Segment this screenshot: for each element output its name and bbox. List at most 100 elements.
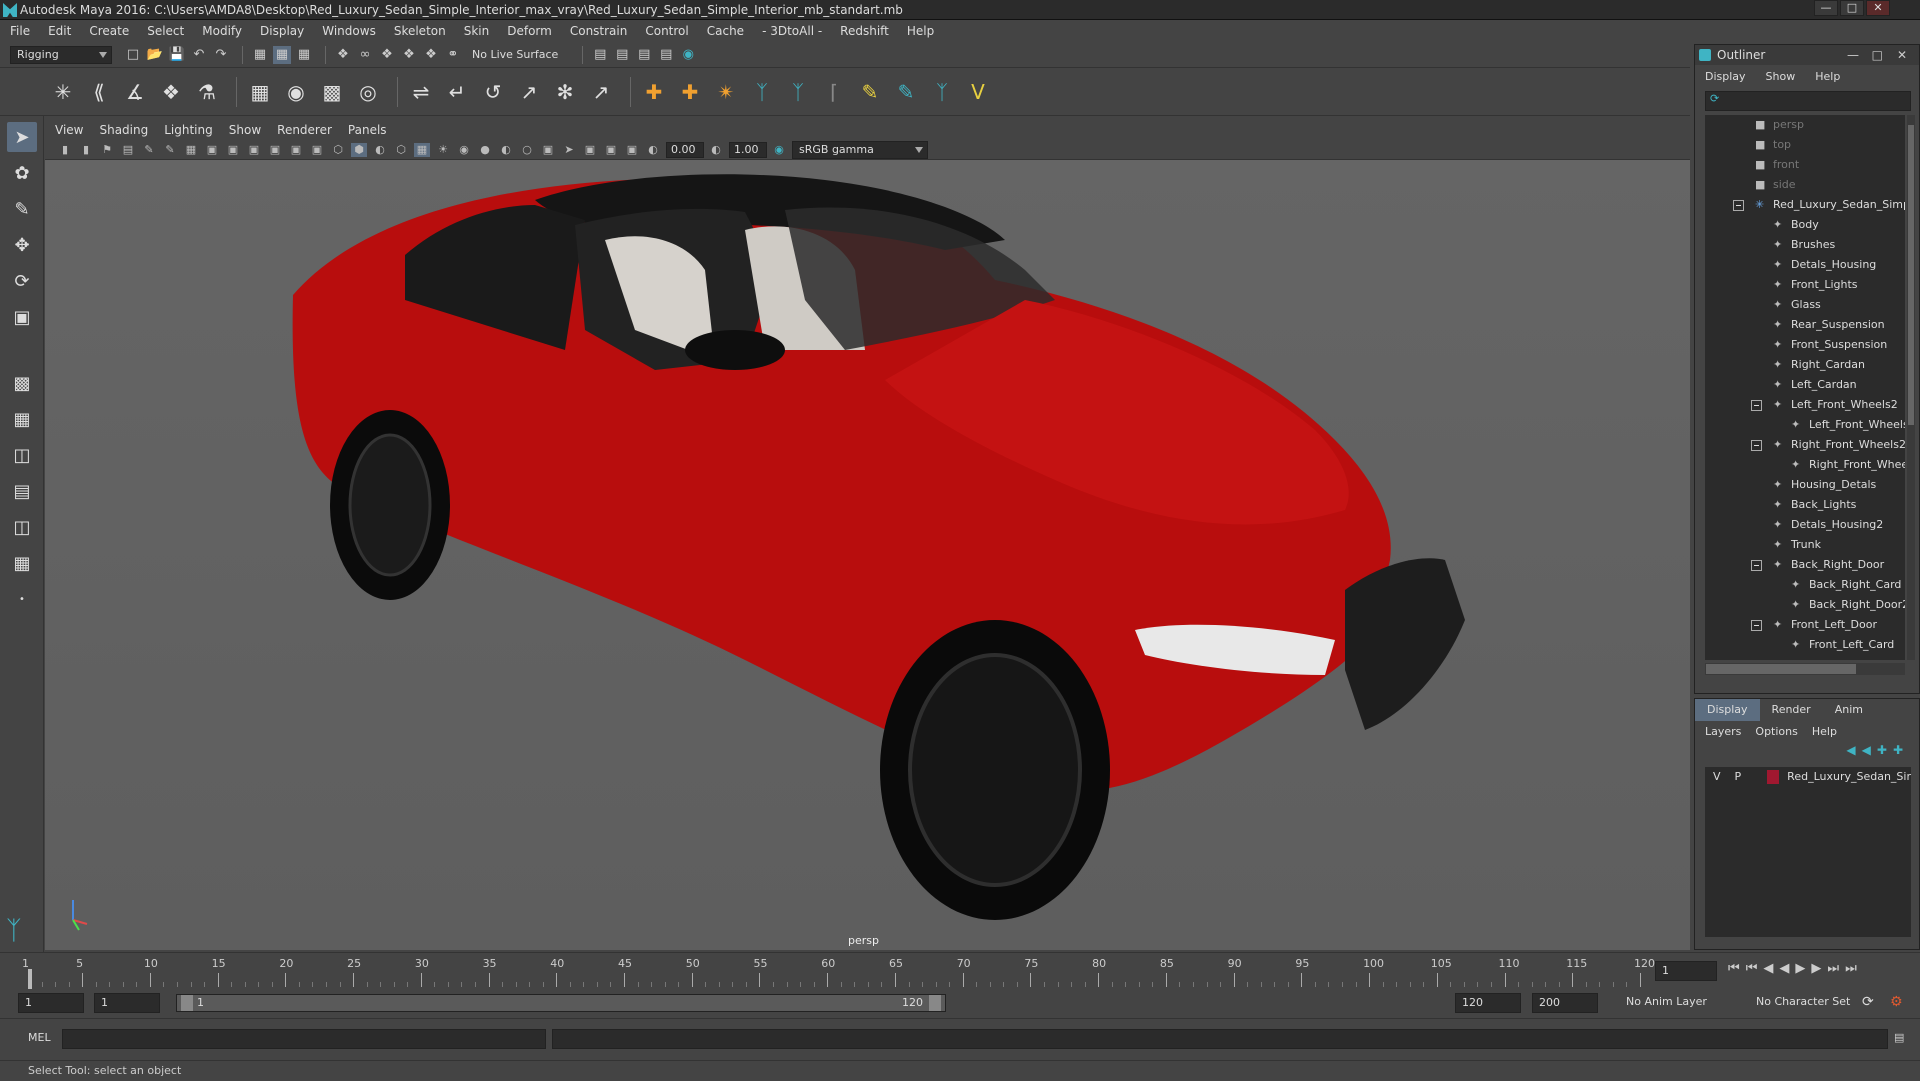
blank-icon[interactable]: ⌈	[819, 77, 849, 107]
step-back-key-icon[interactable]: ⏮	[1746, 961, 1764, 976]
menu-constrain[interactable]: Constrain	[570, 24, 628, 38]
maximize-button[interactable]: □	[1840, 0, 1864, 16]
camera-attr-icon[interactable]: ▮	[78, 143, 94, 157]
preferences-icon[interactable]: ⚙	[1890, 994, 1903, 1010]
menu-create[interactable]: Create	[89, 24, 129, 38]
layer-color-swatch[interactable]	[1767, 770, 1780, 784]
select-object-icon[interactable]: ▦	[273, 45, 291, 64]
move-up-icon[interactable]: ◀	[1846, 743, 1861, 757]
outliner-hscrollbar[interactable]	[1705, 663, 1905, 675]
wrap-icon[interactable]: ▩	[317, 77, 347, 107]
end-time-field[interactable]: 200	[1532, 993, 1598, 1013]
panel-menu-shading[interactable]: Shading	[99, 123, 148, 137]
panel-menu-show[interactable]: Show	[229, 123, 261, 137]
menu-deform[interactable]: Deform	[507, 24, 552, 38]
snap-grid-icon[interactable]: ❖	[334, 46, 352, 64]
select-hierarchy-icon[interactable]: ▦	[251, 46, 269, 64]
layer-row[interactable]: V P Red_Luxury_Sedan_Sir	[1705, 767, 1911, 787]
menu-select[interactable]: Select	[147, 24, 184, 38]
humanik-icon[interactable]: ⚗	[192, 77, 222, 107]
menu-redshift[interactable]: Redshift	[840, 24, 889, 38]
layer-visibility-toggle[interactable]: V	[1713, 767, 1721, 787]
save-scene-icon[interactable]: 💾	[168, 46, 186, 64]
menu-control[interactable]: Control	[645, 24, 688, 38]
menu-cache[interactable]: Cache	[707, 24, 744, 38]
menu-file[interactable]: File	[10, 24, 30, 38]
dof-icon[interactable]: ▣	[540, 143, 556, 157]
safe-title-icon[interactable]: ▣	[309, 143, 325, 157]
collapse-icon[interactable]	[1751, 440, 1762, 451]
range-handle-right[interactable]	[929, 995, 941, 1011]
menu-3dtoall[interactable]: - 3DtoAll -	[762, 24, 822, 38]
new-layer-icon[interactable]: ✚	[1877, 743, 1893, 757]
go-start-icon[interactable]: ⏮	[1728, 961, 1746, 976]
joint-tool-icon[interactable]: ✳	[48, 77, 78, 107]
menu-modify[interactable]: Modify	[202, 24, 242, 38]
step-forward-key-icon[interactable]: ⏭	[1827, 961, 1845, 976]
scrollbar-thumb[interactable]	[1706, 664, 1856, 674]
outliner-search-input[interactable]: ⟳	[1705, 91, 1911, 111]
motion-blur-icon[interactable]: ◐	[498, 143, 514, 157]
locator-icon[interactable]: ✚	[639, 77, 669, 107]
snap-surface-icon[interactable]: ❖	[422, 46, 440, 64]
redo-icon[interactable]: ↷	[212, 46, 230, 64]
orient-constraint-icon[interactable]: ↵	[442, 77, 472, 107]
tab-anim[interactable]: Anim	[1823, 699, 1875, 721]
menu-display[interactable]: Display	[260, 24, 304, 38]
outliner-item[interactable]: ✦ Back_Right_Card	[1705, 575, 1905, 595]
ik-handle-icon[interactable]: ⟪	[84, 77, 114, 107]
gamma-field[interactable]: 1.00	[729, 141, 767, 158]
layout-outliner-icon[interactable]: ▦	[7, 548, 37, 578]
scale-tool-icon[interactable]: ▣	[7, 302, 37, 332]
paint-select-icon[interactable]: ✎	[7, 194, 37, 224]
camera-select-icon[interactable]: ▮	[57, 143, 73, 157]
outliner-item[interactable]: ■ persp	[1705, 115, 1905, 135]
field-chart-icon[interactable]: ▣	[267, 143, 283, 157]
exposure-field[interactable]: 0.00	[666, 141, 704, 158]
script-language-label[interactable]: MEL	[28, 1031, 51, 1044]
layer-menu-layers[interactable]: Layers	[1705, 725, 1741, 738]
menu-skin[interactable]: Skin	[464, 24, 490, 38]
paint-weights-icon[interactable]: ✎	[855, 77, 885, 107]
script-editor-icon[interactable]: ▤	[1894, 1031, 1904, 1044]
outliner-item[interactable]: ✦ Left_Front_Wheels	[1705, 415, 1905, 435]
outliner-item[interactable]: ✦ Rear_Suspension	[1705, 315, 1905, 335]
sculpt-icon[interactable]: ◎	[353, 77, 383, 107]
outliner-menu-help[interactable]: Help	[1815, 70, 1840, 83]
outliner-menu-show[interactable]: Show	[1766, 70, 1796, 83]
joint-orient-icon[interactable]: ✚	[675, 77, 705, 107]
wireframe-on-shaded-icon[interactable]: ⬡	[393, 143, 409, 157]
default-material-icon[interactable]: ◐	[372, 143, 388, 157]
brush-icon[interactable]: ✎	[891, 77, 921, 107]
tab-render[interactable]: Render	[1760, 699, 1823, 721]
view-transform-dropdown[interactable]: sRGB gamma	[792, 140, 928, 159]
ik-spline-icon[interactable]: ∡	[120, 77, 150, 107]
snap-view-icon[interactable]: ❖	[400, 46, 418, 64]
render-view-icon[interactable]: ▤	[657, 46, 675, 64]
go-end-icon[interactable]: ⏭	[1845, 961, 1863, 976]
collapse-icon[interactable]	[1751, 400, 1762, 411]
aim-constraint-icon[interactable]: ↺	[478, 77, 508, 107]
image-plane-icon[interactable]: ▤	[120, 143, 136, 157]
anim-layer-dropdown[interactable]: No Anim Layer	[1620, 993, 1738, 1013]
outliner-item[interactable]: ✦ Back_Lights	[1705, 495, 1905, 515]
play-back-icon[interactable]: ◀	[1779, 961, 1795, 976]
collapse-icon[interactable]	[1733, 200, 1744, 211]
outliner-item[interactable]: ✦ Housing_Detals	[1705, 475, 1905, 495]
new-scene-icon[interactable]: □	[124, 46, 142, 64]
outliner-item[interactable]: ✦ Glass	[1705, 295, 1905, 315]
outliner-item[interactable]: ■ top	[1705, 135, 1905, 155]
current-frame-field[interactable]: 1	[1655, 961, 1717, 981]
undo-icon[interactable]: ↶	[190, 46, 208, 64]
2d-pan-icon[interactable]: ✎	[141, 143, 157, 157]
outliner-item[interactable]: ✦ Back_Right_Door	[1705, 555, 1905, 575]
outliner-item[interactable]: ✦ Front_Left_Card	[1705, 635, 1905, 655]
handle-icon[interactable]: ✴	[711, 77, 741, 107]
isolate-icon[interactable]: ➤	[561, 143, 577, 157]
open-scene-icon[interactable]: 📂	[146, 46, 164, 64]
lattice-icon[interactable]: ▦	[245, 77, 275, 107]
outliner-item[interactable]: ✦ Right_Front_Whee	[1705, 455, 1905, 475]
parent-constraint-icon[interactable]: ✻	[550, 77, 580, 107]
wireframe-icon[interactable]: ⬡	[330, 143, 346, 157]
outliner-item[interactable]: ✦ Back_Right_Door2	[1705, 595, 1905, 615]
